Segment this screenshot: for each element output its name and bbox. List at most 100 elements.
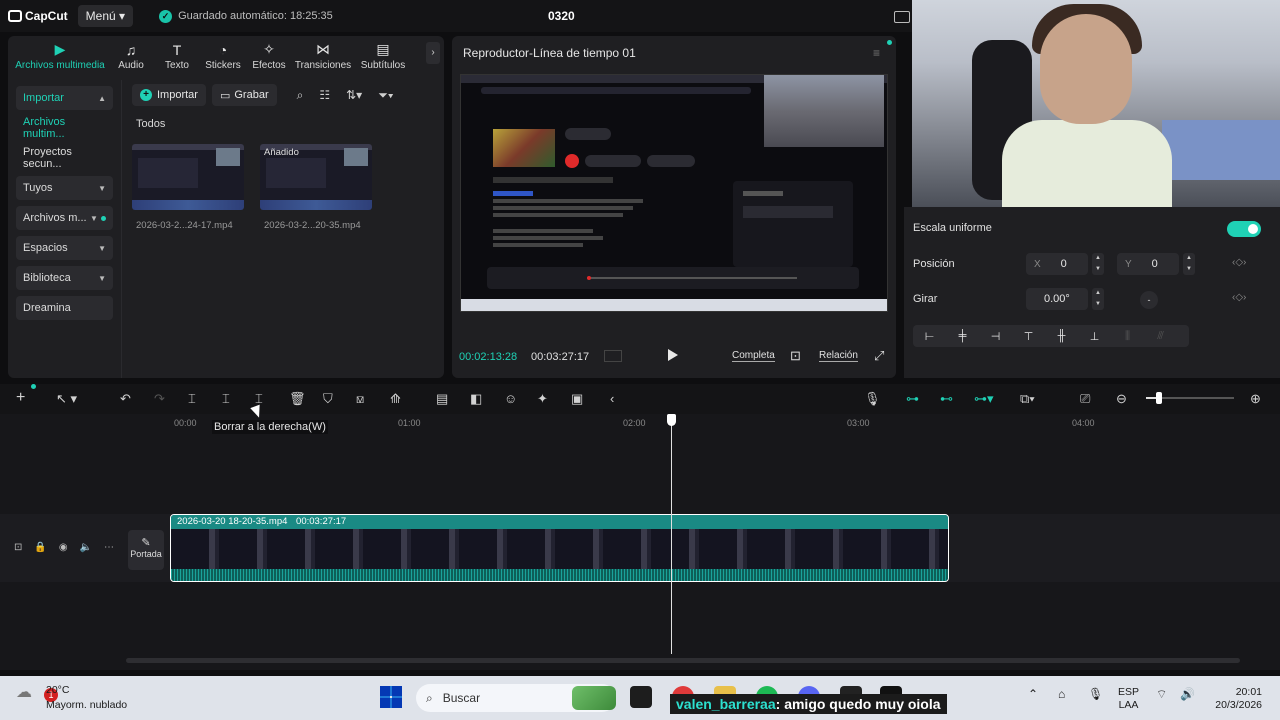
cover-button[interactable]: ✎ Portada — [128, 530, 164, 570]
sticker-icon: ◔ — [218, 42, 228, 58]
position-y-field[interactable]: Y 0 ▲ ▼ — [1117, 253, 1195, 275]
crop-icon[interactable]: ⟏ — [356, 391, 364, 407]
full-view-button[interactable]: Completa — [732, 350, 775, 362]
microphone-icon[interactable]: 🎙 — [1088, 688, 1103, 701]
clock[interactable]: 20:01 20/3/2026 — [1212, 686, 1262, 712]
caption-icon[interactable]: ⎚ — [1080, 391, 1090, 407]
uniform-scale-label: Escala uniforme — [913, 222, 992, 234]
align-bottom-icon[interactable]: ⊥ — [1078, 330, 1111, 343]
volume-icon[interactable]: 🔊 — [1180, 688, 1195, 701]
sidebar-item-files-m[interactable]: Archivos m... ▼ — [16, 206, 113, 230]
sidebar-item-spaces[interactable]: Espacios ▼ — [16, 236, 113, 260]
sidebar-item-library[interactable]: Biblioteca ▼ — [16, 266, 113, 290]
hd-icon[interactable]: ▣ — [571, 391, 583, 407]
stepper-icon[interactable]: ▲ ▼ — [1183, 253, 1195, 275]
screenshot-icon[interactable]: ⊡ — [790, 348, 801, 364]
filter-icon[interactable]: ☷ — [319, 88, 330, 102]
tab-transitions[interactable]: ⋈ Transiciones — [292, 36, 354, 74]
align-center-v-icon[interactable]: ╫ — [1045, 330, 1078, 342]
select-tool-icon[interactable]: ↖ ▾ — [56, 391, 77, 407]
delete-icon[interactable]: 🗑 — [289, 391, 306, 407]
uniform-scale-toggle[interactable] — [1227, 221, 1261, 237]
align-left-icon[interactable]: ⊢ — [913, 330, 946, 343]
delete-left-icon[interactable]: ⌶ — [222, 391, 230, 407]
layout-icon[interactable] — [894, 11, 910, 23]
import-button[interactable]: + Importar — [132, 84, 206, 106]
speed-icon[interactable]: ⟰ — [390, 391, 401, 407]
sort-icon[interactable]: ⇅▾ — [346, 88, 362, 102]
microphone-icon[interactable]: 🎙 — [864, 391, 881, 407]
network-icon[interactable]: ⌂ — [1058, 688, 1065, 701]
rotate-field[interactable]: 0.00° ▲ ▼ — [1026, 288, 1104, 310]
playhead[interactable] — [671, 422, 672, 654]
tab-text[interactable]: T Texto — [154, 36, 200, 74]
record-button[interactable]: ▭ Grabar — [211, 84, 277, 106]
rotate-dial[interactable]: - — [1140, 291, 1158, 309]
media-thumb-2[interactable]: Añadido — [260, 144, 372, 210]
menu-button[interactable]: Menú ▾ — [77, 5, 134, 27]
sidebar-item-media-files[interactable]: Archivos multim... — [16, 116, 113, 140]
tab-media[interactable]: ▶ Archivos multimedia — [12, 36, 108, 74]
task-view-icon[interactable] — [630, 686, 652, 708]
eye-icon[interactable]: ◉ — [59, 542, 68, 553]
link-icon[interactable]: ⊶▾ — [974, 391, 994, 407]
keyframe-icon[interactable]: ‹◇› — [1232, 257, 1246, 268]
video-preview[interactable] — [460, 74, 888, 312]
split-icon[interactable]: ⌶ — [188, 391, 196, 407]
tab-subtitles[interactable]: ▤ Subtítulos — [354, 36, 412, 74]
tab-stickers[interactable]: ◔ Stickers — [200, 36, 246, 74]
align-right-icon[interactable]: ⊣ — [979, 330, 1012, 343]
collapse-icon[interactable]: ‹ — [610, 391, 614, 406]
lock-icon[interactable]: 🔒 — [34, 542, 46, 553]
sidebar-item-import[interactable]: Importar ▲ — [16, 86, 113, 110]
playhead-handle[interactable] — [667, 414, 676, 426]
chevron-up-icon[interactable]: ⌃ — [1028, 688, 1038, 701]
fullscreen-icon[interactable]: ⤢ — [874, 348, 884, 364]
zoom-in-icon[interactable]: ⊕ — [1250, 391, 1261, 407]
sidebar-item-yours[interactable]: Tuyos ▼ — [16, 176, 113, 200]
windows-start-icon[interactable] — [380, 686, 402, 708]
wifi-icon[interactable]: ⌔ — [1156, 688, 1167, 701]
add-track-icon[interactable]: + — [16, 389, 25, 407]
stepper-icon[interactable]: ▲ ▼ — [1092, 288, 1104, 310]
search-icon[interactable]: ⌕ — [297, 88, 304, 103]
more-icon[interactable]: ⋯ — [104, 542, 114, 553]
zoom-slider-knob[interactable] — [1156, 392, 1163, 404]
filter-funnel-icon[interactable]: ⏷▾ — [378, 88, 393, 103]
keyframe-icon[interactable]: ‹◇› — [1232, 292, 1246, 303]
tab-effects[interactable]: ✧ Efectos — [246, 36, 292, 74]
timeline-scrollbar[interactable] — [126, 658, 1240, 663]
tab-audio[interactable]: ♫ Audio — [108, 36, 154, 74]
language-indicator[interactable]: ESP LAA — [1118, 686, 1139, 712]
speaker-icon[interactable]: 🔈 — [80, 542, 92, 553]
shield-icon[interactable]: ⛉ — [323, 391, 333, 407]
link-main-icon[interactable]: ⊶ — [906, 391, 919, 407]
tabs-scroll-right[interactable]: › — [426, 42, 440, 64]
media-thumb-1[interactable] — [132, 144, 244, 210]
zoom-out-icon[interactable]: ⊖ — [1116, 391, 1127, 407]
weather-widget[interactable]: ☁ 1 20°C Mayorm. nublado — [16, 682, 127, 711]
freeze-icon[interactable]: ▤ — [436, 391, 448, 407]
undo-icon[interactable]: ↶ — [120, 391, 131, 407]
position-x-field[interactable]: X 0 ▲ ▼ — [1026, 253, 1104, 275]
preview-axis-icon[interactable]: ⧉▾ — [1020, 391, 1035, 407]
chevron-down-icon: ▼ — [98, 243, 106, 253]
grid-icon[interactable] — [604, 350, 622, 362]
sidebar-item-dreamina[interactable]: Dreamina — [16, 296, 113, 320]
tab-label: Archivos multimedia — [15, 60, 105, 71]
tab-label: Efectos — [252, 60, 286, 71]
person-icon[interactable]: ☺ — [504, 391, 517, 406]
menu-icon[interactable]: ≡ — [873, 46, 880, 60]
magic-icon[interactable]: ✦ — [537, 391, 548, 407]
mirror-icon[interactable]: ◧ — [470, 391, 482, 407]
stepper-icon[interactable]: ▲ ▼ — [1092, 253, 1104, 275]
track-cover-icon[interactable]: ⊡ — [14, 542, 22, 553]
align-center-h-icon[interactable]: ╪ — [946, 330, 979, 342]
play-button[interactable] — [668, 349, 678, 361]
magnet-icon[interactable]: ⊷ — [940, 391, 953, 407]
ratio-button[interactable]: Relación — [819, 350, 858, 362]
position-label: Posición — [913, 258, 955, 270]
video-clip[interactable]: 2026-03-20 18-20-35.mp4 00:03:27:17 — [170, 514, 949, 582]
sidebar-item-projects[interactable]: Proyectos secun... — [16, 146, 113, 170]
align-top-icon[interactable]: ⊤ — [1012, 330, 1045, 343]
